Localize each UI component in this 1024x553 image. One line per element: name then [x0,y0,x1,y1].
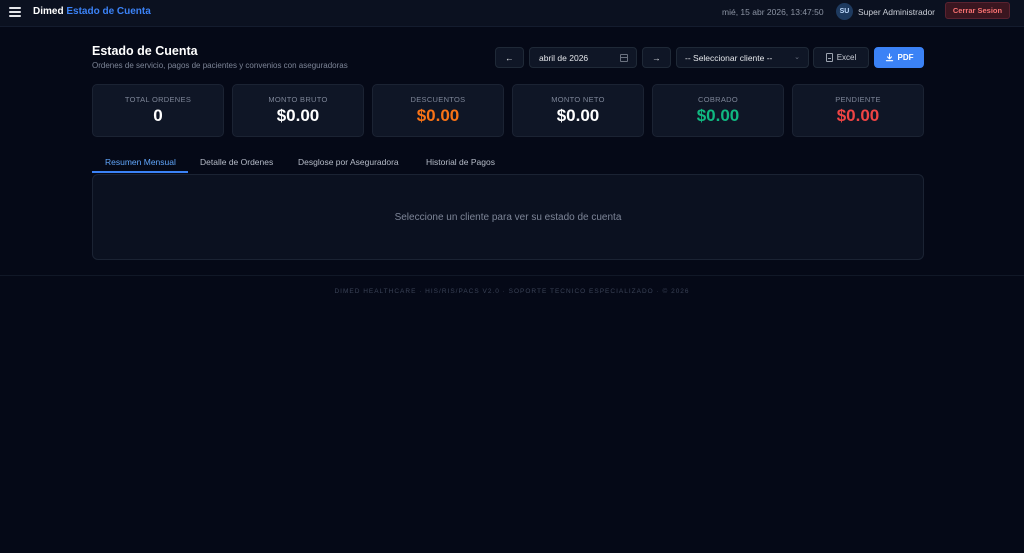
tab-desglose-aseguradora[interactable]: Desglose por Aseguradora [298,157,399,173]
active-tab-indicator [92,171,188,173]
download-icon [885,53,893,62]
stat-card-monto-neto: MONTO NETO $0.00 [512,84,644,137]
brand-name: Dimed [33,6,64,17]
client-select-value: -- Seleccionar cliente -- [685,52,773,63]
empty-state-message: Seleccione un cliente para ver su estado… [394,212,622,223]
tab-content-panel: Seleccione un cliente para ver su estado… [92,174,924,260]
page-subtitle: Ordenes de servicio, pagos de pacientes … [92,61,348,70]
previous-month-button[interactable]: ← [495,47,524,68]
stat-label: DESCUENTOS [410,95,466,104]
tab-detalle-ordenes[interactable]: Detalle de Ordenes [200,157,273,173]
export-pdf-button[interactable]: PDF [874,47,924,68]
excel-label: Excel [836,53,857,62]
stat-label: MONTO BRUTO [268,95,328,104]
current-datetime: mié, 15 abr 2026, 13:47:50 [722,7,824,17]
logout-button[interactable]: Cerrar Sesion [945,2,1010,19]
stat-value: $0.00 [836,106,880,125]
stat-value: 0 [153,106,163,125]
stat-card-descuentos: DESCUENTOS $0.00 [372,84,504,137]
user-name: Super Administrador [858,7,936,17]
export-excel-button[interactable]: Excel [813,47,869,68]
app-brand[interactable]: Dimed Estado de Cuenta [33,6,151,17]
brand-section: Estado de Cuenta [66,6,151,17]
tab-historial-pagos[interactable]: Historial de Pagos [426,157,495,173]
pdf-label: PDF [897,53,914,62]
page-title: Estado de Cuenta [92,44,198,58]
stat-label: PENDIENTE [835,95,881,104]
stat-value: $0.00 [276,106,320,125]
calendar-icon[interactable] [620,54,628,62]
footer-divider [0,275,1024,276]
stat-card-pendiente: PENDIENTE $0.00 [792,84,924,137]
stat-label: COBRADO [697,95,739,104]
stat-card-cobrado: COBRADO $0.00 [652,84,784,137]
footer-text: DIMED HEALTHCARE · HIS/RIS/PACS V2.0 · S… [334,288,690,295]
month-value: abril de 2026 [539,52,589,63]
hamburger-menu-icon[interactable] [9,7,21,17]
stat-card-monto-bruto: MONTO BRUTO $0.00 [232,84,364,137]
top-bar: Dimed Estado de Cuenta mié, 15 abr 2026,… [0,0,1024,27]
document-icon [825,53,833,62]
stat-value: $0.00 [556,106,600,125]
chevron-down-icon: ⌄ [794,54,800,61]
stat-value: $0.00 [696,106,740,125]
stat-label: TOTAL ORDENES [124,95,192,104]
month-picker[interactable]: abril de 2026 [529,47,637,68]
stat-label: MONTO NETO [551,95,605,104]
next-month-button[interactable]: → [642,47,671,68]
stat-card-total-ordenes: TOTAL ORDENES 0 [92,84,224,137]
user-avatar[interactable]: SU [836,3,853,20]
client-select[interactable]: -- Seleccionar cliente -- ⌄ [676,47,809,68]
stat-value: $0.00 [416,106,460,125]
